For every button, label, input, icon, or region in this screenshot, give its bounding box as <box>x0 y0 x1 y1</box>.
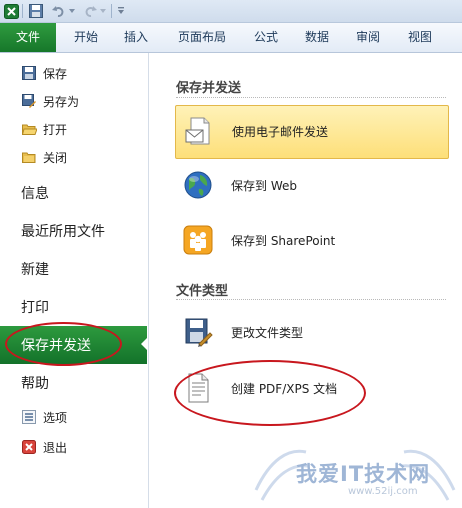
tab-insert[interactable]: 插入 <box>116 23 156 52</box>
tab-page-layout[interactable]: 页面布局 <box>170 23 234 52</box>
redo-dropdown-icon[interactable] <box>99 3 107 19</box>
nav-recent[interactable]: 最近所用文件 <box>0 213 146 249</box>
section-divider <box>176 299 446 300</box>
quick-access-toolbar <box>0 0 462 23</box>
nav-print[interactable]: 打印 <box>0 289 146 325</box>
nav-close[interactable]: 关闭 <box>0 143 146 171</box>
undo-icon[interactable] <box>51 3 67 19</box>
watermark-text: 我爱IT技术网 <box>296 462 431 486</box>
option-change-file-type-label: 更改文件类型 <box>231 326 304 340</box>
option-save-to-sharepoint[interactable]: 保存到 SharePoint <box>175 215 447 267</box>
save-icon[interactable] <box>28 3 44 19</box>
exit-icon <box>22 440 36 454</box>
nav-open-label: 打开 <box>43 122 68 137</box>
nav-options[interactable]: 选项 <box>0 403 146 431</box>
nav-info-label: 信息 <box>21 186 49 202</box>
nav-save-as-label: 另存为 <box>43 94 80 109</box>
nav-help[interactable]: 帮助 <box>0 365 146 401</box>
watermark-url: www.52ij.com <box>348 486 418 497</box>
redo-icon[interactable] <box>82 3 98 19</box>
option-send-email[interactable]: 使用电子邮件发送 <box>175 105 449 159</box>
option-send-email-label: 使用电子邮件发送 <box>232 125 329 139</box>
globe-icon <box>183 170 213 200</box>
nav-close-label: 关闭 <box>43 150 68 165</box>
nav-new-label: 新建 <box>21 262 49 278</box>
annotation-ellipse-create-pdf <box>174 360 366 426</box>
selected-arrow-icon <box>141 337 148 351</box>
close-folder-icon <box>22 150 36 164</box>
options-icon <box>22 410 36 424</box>
nav-options-label: 选项 <box>43 410 68 425</box>
section-title-file-types: 文件类型 <box>176 284 229 299</box>
customize-qat-icon[interactable] <box>116 3 126 19</box>
tab-review[interactable]: 审阅 <box>348 23 388 52</box>
nav-exit[interactable]: 退出 <box>0 433 146 461</box>
backstage-nav: 保存 另存为 打开 关闭 信息 最近所用文件 新建 打印 保存并发送 帮助 选项… <box>0 53 149 508</box>
section-title-save-and-send: 保存并发送 <box>176 81 242 96</box>
save-icon <box>22 66 36 80</box>
nav-recent-label: 最近所用文件 <box>21 224 105 240</box>
tab-file[interactable]: 文件 <box>0 23 56 52</box>
change-file-type-icon <box>183 317 213 347</box>
tab-view[interactable]: 视图 <box>400 23 440 52</box>
nav-open[interactable]: 打开 <box>0 115 146 143</box>
undo-dropdown-icon[interactable] <box>68 3 76 19</box>
nav-save-label: 保存 <box>43 66 68 81</box>
section-divider <box>176 97 446 98</box>
open-folder-icon <box>21 122 38 136</box>
save-as-icon <box>22 94 36 108</box>
site-watermark: 我爱IT技术网 www.52ij.com <box>248 430 462 508</box>
email-icon <box>184 116 214 146</box>
nav-new[interactable]: 新建 <box>0 251 146 287</box>
excel-logo-icon <box>3 3 19 19</box>
option-save-to-web-label: 保存到 Web <box>231 179 297 193</box>
sharepoint-icon <box>183 225 213 255</box>
nav-save[interactable]: 保存 <box>0 59 146 87</box>
nav-save-as[interactable]: 另存为 <box>0 87 146 115</box>
nav-exit-label: 退出 <box>43 440 68 455</box>
tab-formulas[interactable]: 公式 <box>246 23 286 52</box>
tab-home[interactable]: 开始 <box>66 23 106 52</box>
option-change-file-type[interactable]: 更改文件类型 <box>175 307 447 359</box>
option-save-to-sharepoint-label: 保存到 SharePoint <box>231 234 336 248</box>
nav-help-label: 帮助 <box>21 376 49 392</box>
nav-info[interactable]: 信息 <box>0 175 146 211</box>
annotation-ellipse-save-and-send <box>5 322 122 366</box>
tab-data[interactable]: 数据 <box>297 23 337 52</box>
nav-print-label: 打印 <box>21 300 49 316</box>
option-save-to-web[interactable]: 保存到 Web <box>175 160 447 212</box>
ribbon-tab-bar: 文件 开始 插入 页面布局 公式 数据 审阅 视图 <box>0 23 462 53</box>
